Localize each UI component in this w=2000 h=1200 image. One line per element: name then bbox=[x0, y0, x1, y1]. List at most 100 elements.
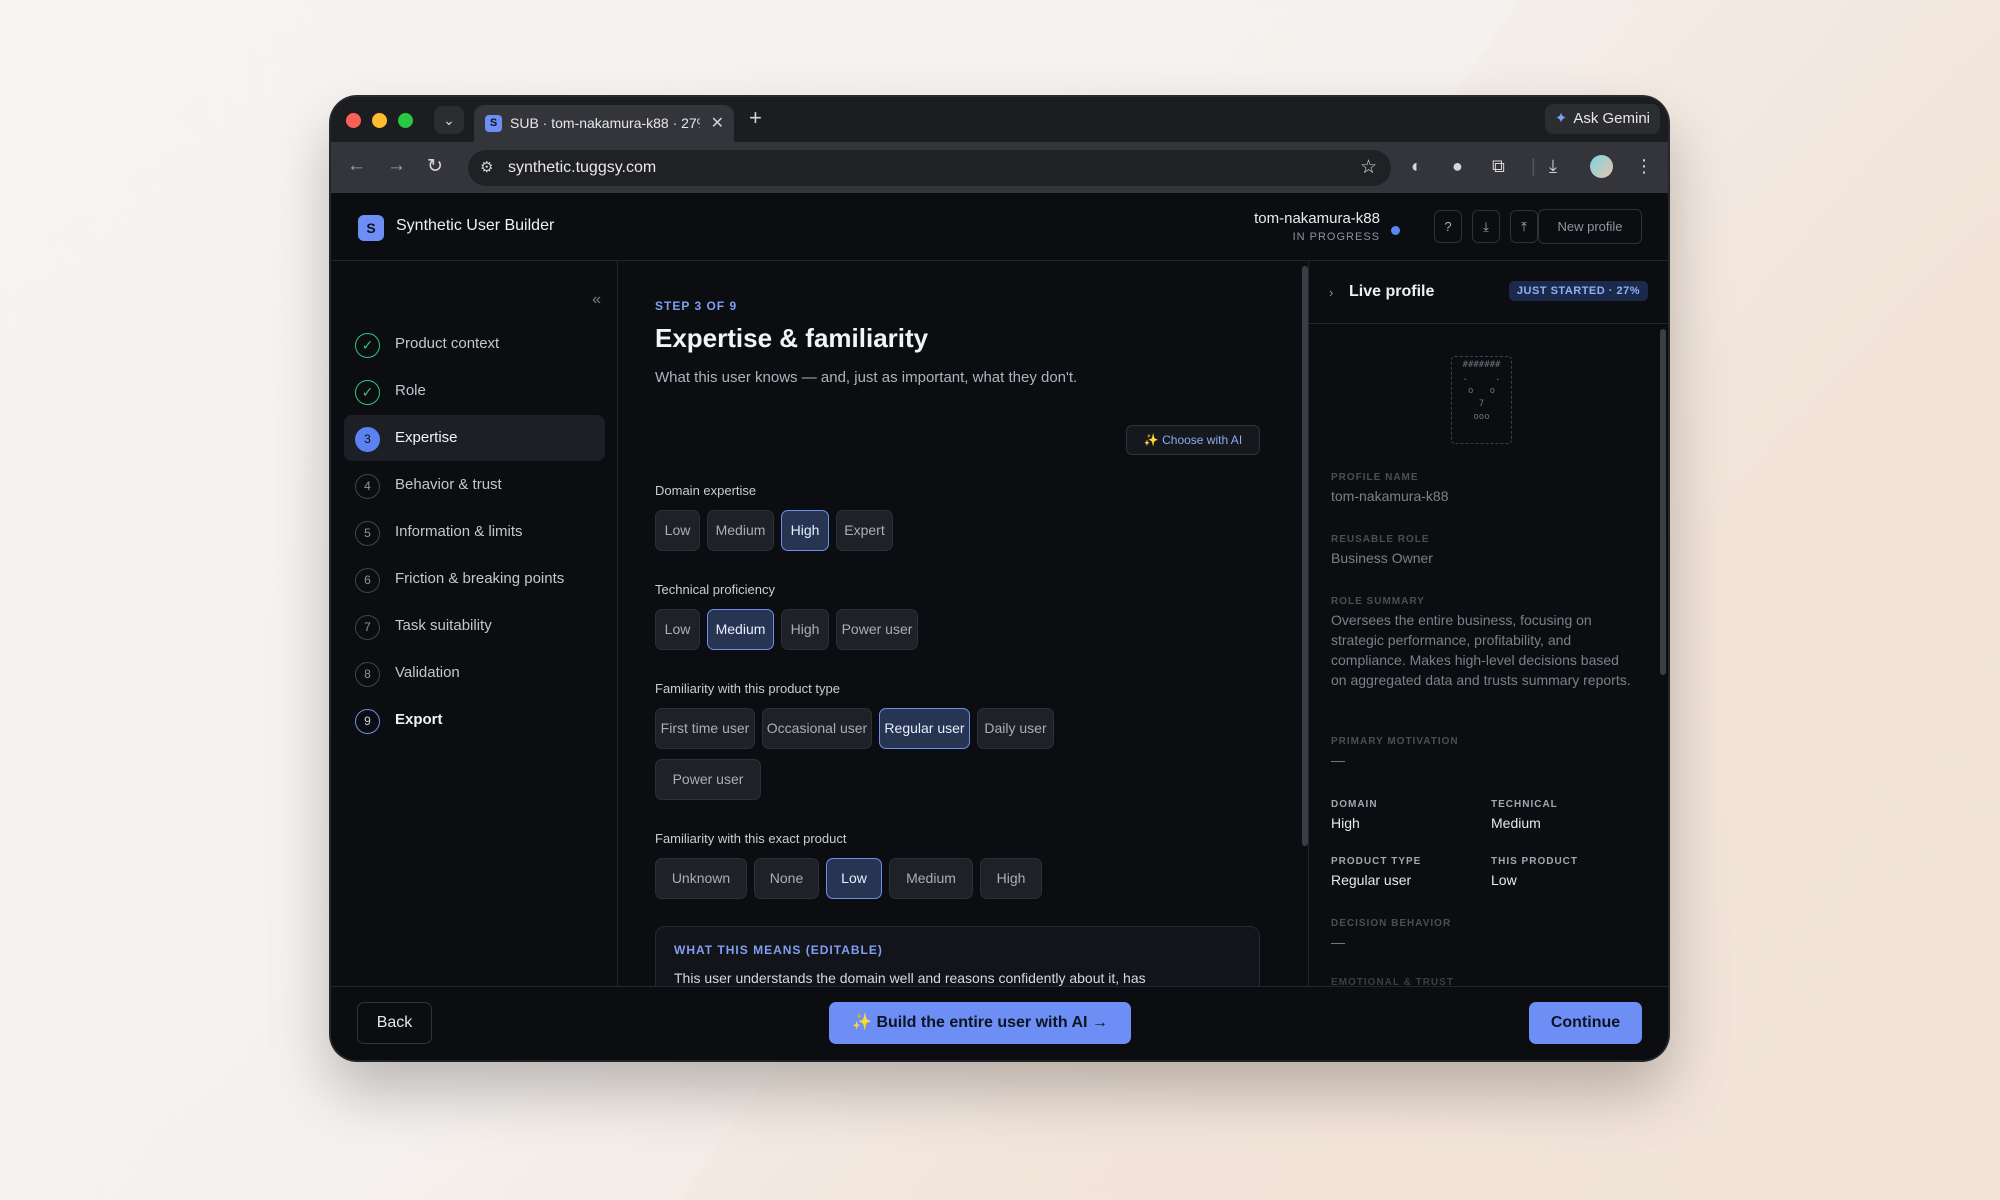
live-profile-header[interactable]: › Live profile JUST STARTED · 27% bbox=[1309, 261, 1668, 324]
browser-toolbar: ← → ↻ ⚙ synthetic.tuggsy.com ☆ ◐ ● ⧉ | ⤓… bbox=[331, 142, 1668, 193]
option-chip[interactable]: None bbox=[754, 858, 819, 899]
close-window-button[interactable] bbox=[346, 113, 361, 128]
site-settings-icon[interactable]: ⚙ bbox=[480, 158, 493, 176]
step-task-suitability[interactable]: 7 Task suitability bbox=[344, 603, 605, 649]
new-profile-button[interactable]: New profile bbox=[1538, 209, 1642, 244]
step-role[interactable]: ✓ Role bbox=[344, 368, 605, 414]
upload-icon[interactable]: ⤒ bbox=[1510, 210, 1538, 243]
bookmark-star-icon[interactable]: ☆ bbox=[1360, 156, 1377, 179]
choose-with-ai-button[interactable]: ✨ Choose with AI bbox=[1126, 425, 1260, 455]
what-this-means-text[interactable]: This user understands the domain well an… bbox=[674, 970, 1146, 986]
browser-profile-avatar[interactable] bbox=[1590, 155, 1613, 178]
product-type-familiarity-label: Familiarity with this product type bbox=[655, 681, 840, 696]
collapse-sidebar-icon[interactable]: « bbox=[592, 291, 601, 309]
step-label: Information & limits bbox=[395, 523, 523, 540]
step-label: Task suitability bbox=[395, 617, 492, 634]
option-chip[interactable]: Expert bbox=[836, 510, 893, 551]
address-bar[interactable]: ⚙ synthetic.tuggsy.com ☆ bbox=[468, 150, 1391, 186]
step-label: Friction & breaking points bbox=[395, 570, 565, 587]
main-content: STEP 3 OF 9 Expertise & familiarity What… bbox=[619, 261, 1305, 986]
reusable-role-value: Business Owner bbox=[1331, 550, 1433, 566]
step-information-limits[interactable]: 5 Information & limits bbox=[344, 509, 605, 555]
step-number: 8 bbox=[355, 662, 380, 687]
technical-label: TECHNICAL bbox=[1491, 799, 1558, 810]
product-type-label: PRODUCT TYPE bbox=[1331, 856, 1422, 867]
maximize-window-button[interactable] bbox=[398, 113, 413, 128]
downloads-icon[interactable]: ⤓ bbox=[1549, 156, 1557, 177]
step-number: 4 bbox=[355, 474, 380, 499]
role-summary-label: ROLE SUMMARY bbox=[1331, 596, 1425, 607]
step-number: 6 bbox=[355, 568, 380, 593]
live-profile-title: Live profile bbox=[1349, 283, 1435, 300]
back-button[interactable]: Back bbox=[357, 1002, 432, 1044]
new-tab-icon[interactable]: + bbox=[749, 105, 762, 131]
option-chip[interactable]: Daily user bbox=[977, 708, 1054, 749]
extension-ghost-icon[interactable]: ● bbox=[1452, 156, 1463, 177]
step-product-context[interactable]: ✓ Product context bbox=[344, 321, 605, 367]
option-chip-selected[interactable]: Medium bbox=[707, 609, 774, 650]
ascii-avatar: ####### . . o o 7 ooo bbox=[1451, 356, 1512, 444]
option-chip[interactable]: High bbox=[781, 609, 829, 650]
tab-favicon: S bbox=[485, 115, 502, 132]
option-chip[interactable]: Unknown bbox=[655, 858, 747, 899]
step-friction[interactable]: 6 Friction & breaking points bbox=[344, 556, 605, 602]
technical-proficiency-label: Technical proficiency bbox=[655, 582, 775, 597]
build-entire-user-button[interactable]: ✨ Build the entire user with AI → bbox=[829, 1002, 1131, 1044]
ask-gemini-label: Ask Gemini bbox=[1573, 110, 1650, 127]
option-chip[interactable]: Low bbox=[655, 609, 700, 650]
app-header: S Synthetic User Builder tom-nakamura-k8… bbox=[331, 193, 1668, 261]
exact-product-familiarity-label: Familiarity with this exact product bbox=[655, 831, 847, 846]
option-chip[interactable]: First time user bbox=[655, 708, 755, 749]
step-expertise[interactable]: 3 Expertise bbox=[344, 415, 605, 461]
panel-scrollbar[interactable] bbox=[1660, 329, 1666, 675]
app-logo: S bbox=[358, 215, 384, 241]
chevron-right-icon[interactable]: › bbox=[1329, 285, 1333, 300]
this-product-label: THIS PRODUCT bbox=[1491, 856, 1578, 867]
step-export[interactable]: 9 Export bbox=[344, 697, 605, 743]
progress-badge: JUST STARTED · 27% bbox=[1508, 281, 1648, 301]
step-number: 5 bbox=[355, 521, 380, 546]
option-chip[interactable]: Power user bbox=[655, 759, 761, 800]
option-chip[interactable]: Occasional user bbox=[762, 708, 872, 749]
url-text: synthetic.tuggsy.com bbox=[508, 159, 657, 176]
ask-gemini-button[interactable]: ✦ Ask Gemini bbox=[1544, 104, 1660, 134]
step-label: Validation bbox=[395, 664, 460, 681]
option-chip[interactable]: Power user bbox=[836, 609, 918, 650]
footer-bar: Back ✨ Build the entire user with AI → C… bbox=[331, 986, 1668, 1060]
current-profile-name: tom-nakamura-k88 bbox=[1254, 210, 1380, 227]
extension-shield-icon[interactable]: ◐ bbox=[1411, 156, 1422, 177]
profile-name-value: tom-nakamura-k88 bbox=[1331, 488, 1449, 504]
minimize-window-button[interactable] bbox=[372, 113, 387, 128]
step-behavior-trust[interactable]: 4 Behavior & trust bbox=[344, 462, 605, 508]
domain-expertise-label: Domain expertise bbox=[655, 483, 757, 498]
option-chip-selected[interactable]: Low bbox=[826, 858, 882, 899]
tab-search-chevron-icon[interactable]: ⌄ bbox=[434, 106, 464, 134]
step-label: Behavior & trust bbox=[395, 476, 502, 493]
continue-button[interactable]: Continue bbox=[1529, 1002, 1642, 1044]
download-icon[interactable]: ⤓ bbox=[1472, 210, 1500, 243]
profile-name-label: PROFILE NAME bbox=[1331, 472, 1419, 483]
option-chip[interactable]: Low bbox=[655, 510, 700, 551]
steps-sidebar: « ✓ Product context ✓ Role 3 Expertise 4… bbox=[331, 261, 618, 986]
what-this-means-box[interactable]: WHAT THIS MEANS (EDITABLE) This user und… bbox=[655, 926, 1260, 986]
what-this-means-title: WHAT THIS MEANS (EDITABLE) bbox=[674, 943, 883, 957]
extensions-puzzle-icon[interactable]: ⧉ bbox=[1492, 156, 1505, 177]
option-chip-selected[interactable]: High bbox=[781, 510, 829, 551]
check-icon: ✓ bbox=[355, 333, 380, 358]
reload-icon[interactable]: ↻ bbox=[427, 155, 443, 178]
option-chip[interactable]: Medium bbox=[707, 510, 774, 551]
back-arrow-icon[interactable]: ← bbox=[347, 155, 366, 177]
forward-arrow-icon[interactable]: → bbox=[387, 155, 406, 177]
browser-menu-icon[interactable]: ⋮ bbox=[1635, 156, 1653, 177]
option-chip[interactable]: High bbox=[980, 858, 1042, 899]
help-button[interactable]: ? bbox=[1434, 210, 1462, 243]
browser-tab[interactable]: S SUB · tom-nakamura-k88 · 27% ✕ bbox=[474, 105, 734, 142]
app-title: Synthetic User Builder bbox=[396, 217, 555, 234]
option-chip-selected[interactable]: Regular user bbox=[879, 708, 970, 749]
reusable-role-label: REUSABLE ROLE bbox=[1331, 534, 1430, 545]
step-validation[interactable]: 8 Validation bbox=[344, 650, 605, 696]
this-product-value: Low bbox=[1491, 872, 1517, 888]
step-number: 7 bbox=[355, 615, 380, 640]
tab-close-icon[interactable]: ✕ bbox=[711, 113, 724, 133]
option-chip[interactable]: Medium bbox=[889, 858, 973, 899]
